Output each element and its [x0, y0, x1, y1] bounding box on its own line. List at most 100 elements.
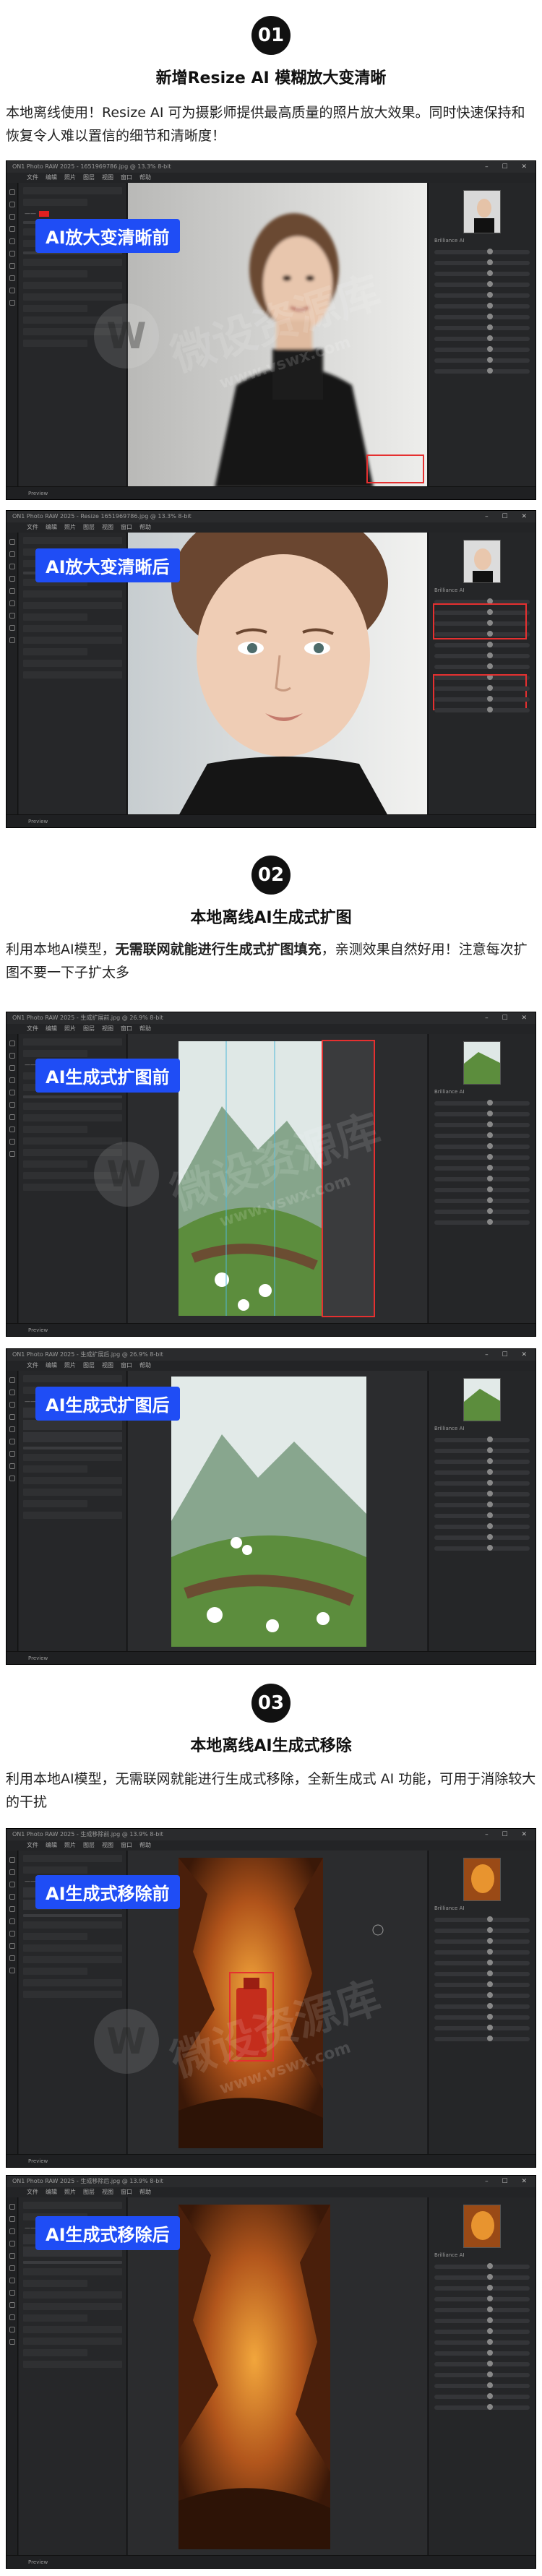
right-panel[interactable]: Brilliance AI	[428, 1371, 535, 1651]
window-controls[interactable]: – ☐ ✕	[485, 1829, 533, 1840]
panel-title: Brilliance AI	[434, 1089, 465, 1095]
section-title: 本地离线AI生成式移除	[190, 1737, 352, 1755]
navigator-thumbnail	[463, 540, 501, 583]
status-bar: Preview	[7, 486, 535, 499]
menu-bar[interactable]: 文件 编辑 照片 图层 视图 窗口 帮助	[7, 1024, 535, 1034]
app-window-remove-after: ON1 Photo RAW 2025 - 生成移除后.jpg @ 13.9% 8…	[6, 2175, 536, 2569]
navigator-thumbnail	[463, 1858, 501, 1901]
watermark-logo: W	[94, 1142, 159, 1207]
before-label: AI生成式扩图前	[35, 1059, 180, 1093]
menu-item[interactable]: 文件	[27, 1362, 38, 1369]
menu-bar[interactable]: 文件 编辑 照片 图层 视图 窗口 帮助	[7, 1361, 535, 1371]
menu-item[interactable]: 图层	[83, 1842, 95, 1848]
right-panel[interactable]: Brilliance AI	[428, 2197, 535, 2555]
menu-item[interactable]: 视图	[102, 2189, 113, 2195]
menu-item[interactable]: 编辑	[46, 1362, 57, 1369]
right-panel[interactable]: Brilliance AI	[428, 183, 535, 486]
menu-item[interactable]: 图层	[83, 174, 95, 181]
settings-highlight-box	[433, 603, 527, 639]
menu-item[interactable]: 视图	[102, 1025, 113, 1032]
section-title: 新增Resize AI 模糊放大变清晰	[155, 69, 387, 87]
menu-bar[interactable]: 文件 编辑 照片 图层 视图 窗口 帮助	[7, 173, 535, 183]
after-label: AI生成式移除后	[35, 2216, 180, 2250]
tool-rail[interactable]	[7, 1371, 18, 1664]
menu-item[interactable]: 照片	[64, 174, 76, 181]
window-controls[interactable]: – ☐ ✕	[485, 1012, 533, 1024]
right-panel[interactable]: Brilliance AI	[428, 1851, 535, 2154]
menu-item[interactable]: 图层	[83, 524, 95, 530]
window-controls[interactable]: – ☐ ✕	[485, 161, 533, 173]
menu-item[interactable]: 窗口	[121, 2189, 132, 2195]
menu-item[interactable]: 编辑	[46, 1842, 57, 1848]
menu-item[interactable]: 视图	[102, 1362, 113, 1369]
navigator-thumbnail	[463, 2205, 501, 2248]
window-controls[interactable]: – ☐ ✕	[485, 1349, 533, 1361]
menu-item[interactable]: 帮助	[139, 174, 151, 181]
watermark-logo: W	[94, 2009, 159, 2074]
status-bar: Preview	[7, 1651, 535, 1664]
menu-item[interactable]: 照片	[64, 2189, 76, 2195]
menu-item[interactable]: 编辑	[46, 2189, 57, 2195]
tool-rail[interactable]	[7, 1034, 18, 1336]
photo-canvas[interactable]	[128, 2197, 427, 2555]
menu-item[interactable]: 窗口	[121, 1842, 132, 1848]
app-window-expand-after: ON1 Photo RAW 2025 - 生成扩展后.jpg @ 26.9% 8…	[6, 1348, 536, 1665]
app-window-resize-after: ON1 Photo RAW 2025 - Resize 1651969786.j…	[6, 510, 536, 828]
menu-bar[interactable]: 文件 编辑 照片 图层 视图 窗口 帮助	[7, 522, 535, 533]
menu-item[interactable]: 窗口	[121, 1025, 132, 1032]
menu-item[interactable]: 视图	[102, 1842, 113, 1848]
menu-item[interactable]: 帮助	[139, 1842, 151, 1848]
app-window-resize-before: ON1 Photo RAW 2025 - 1651969786.jpg @ 13…	[6, 160, 536, 500]
status-bar: Preview	[7, 2154, 535, 2167]
menu-item[interactable]: 文件	[27, 2189, 38, 2195]
menu-item[interactable]: 视图	[102, 524, 113, 530]
menu-item[interactable]: 文件	[27, 524, 38, 530]
right-panel[interactable]: Brilliance AI	[428, 1034, 535, 1323]
menu-item[interactable]: 照片	[64, 524, 76, 530]
section-01-header: 01 新增Resize AI 模糊放大变清晰	[0, 16, 542, 88]
menu-item[interactable]: 编辑	[46, 524, 57, 530]
tool-rail[interactable]	[7, 533, 18, 827]
section-number-badge: 02	[251, 856, 291, 895]
menu-item[interactable]: 文件	[27, 174, 38, 181]
menu-item[interactable]: 帮助	[139, 1362, 151, 1369]
menu-item[interactable]: 视图	[102, 174, 113, 181]
menu-item[interactable]: 帮助	[139, 2189, 151, 2195]
menu-item[interactable]: 文件	[27, 1842, 38, 1848]
layer-row[interactable]	[23, 1432, 122, 1442]
tool-rail[interactable]	[7, 2197, 18, 2568]
layer-row[interactable]	[23, 1420, 122, 1430]
menu-item[interactable]: 窗口	[121, 1362, 132, 1369]
menu-item[interactable]: 图层	[83, 1362, 95, 1369]
menu-item[interactable]: 窗口	[121, 174, 132, 181]
menu-item[interactable]: 编辑	[46, 174, 57, 181]
menu-item[interactable]: 图层	[83, 2189, 95, 2195]
menu-item[interactable]: 编辑	[46, 1025, 57, 1032]
preset-label: ——	[25, 210, 121, 217]
menu-bar[interactable]: 文件 编辑 照片 图层 视图 窗口 帮助	[7, 1840, 535, 1851]
menu-item[interactable]: 照片	[64, 1362, 76, 1369]
window-title: ON1 Photo RAW 2025 - 生成移除后.jpg @ 13.9% 8…	[7, 2176, 535, 2187]
panel-title: Brilliance AI	[434, 1426, 465, 1431]
menu-item[interactable]: 帮助	[139, 1025, 151, 1032]
right-panel[interactable]: Brilliance AI	[428, 533, 535, 814]
window-controls[interactable]: – ☐ ✕	[485, 2176, 533, 2187]
menu-item[interactable]: 照片	[64, 1842, 76, 1848]
window-controls[interactable]: – ☐ ✕	[485, 511, 533, 522]
menu-item[interactable]: 窗口	[121, 524, 132, 530]
menu-item[interactable]: 帮助	[139, 524, 151, 530]
section-description: 利用本地AI模型，无需联网就能进行生成式移除，全新生成式 AI 功能，可用于消除…	[6, 1771, 536, 1810]
menu-item[interactable]: 照片	[64, 1025, 76, 1032]
section-description: 本地离线使用！Resize AI 可为摄影师提供最高质量的照片放大效果。同时快速…	[6, 105, 525, 144]
after-label: AI生成式扩图后	[35, 1387, 180, 1421]
highlight-box	[366, 455, 424, 483]
menu-bar[interactable]: 文件 编辑 照片 图层 视图 窗口 帮助	[7, 2187, 535, 2197]
tool-rail[interactable]	[7, 183, 18, 499]
section-02-header: 02 本地离线AI生成式扩图	[0, 856, 542, 928]
tool-rail[interactable]	[7, 1851, 18, 2167]
menu-item[interactable]: 文件	[27, 1025, 38, 1032]
window-title: ON1 Photo RAW 2025 - 生成移除前.jpg @ 13.9% 8…	[7, 1829, 535, 1840]
menu-item[interactable]: 图层	[83, 1025, 95, 1032]
left-panel[interactable]: ——	[19, 2197, 127, 2555]
settings-highlight-box	[433, 674, 527, 710]
